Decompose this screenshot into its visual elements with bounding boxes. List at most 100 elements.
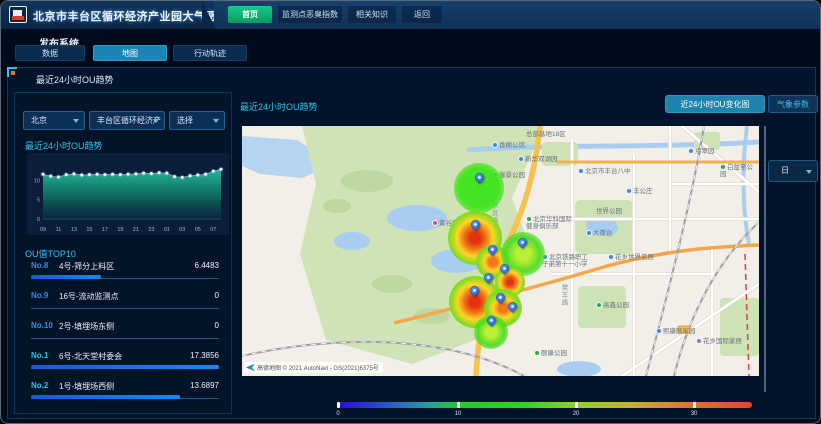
- tab-data[interactable]: 数据: [15, 45, 85, 61]
- poi-icon: [720, 164, 726, 170]
- rank-label: No.8: [31, 261, 48, 270]
- map-label: 高鑫公园: [596, 302, 629, 309]
- main-nav: 首页 监测点恶臭指数 相关知识 返回: [214, 1, 821, 29]
- chevron-down-icon: [806, 170, 812, 174]
- list-item[interactable]: No.8 4号-筛分上料区 6.4483: [27, 261, 221, 287]
- panel-corner-accent: [7, 67, 17, 77]
- ou-value: 13.6897: [190, 381, 219, 390]
- attribution-text: 高德地图 © 2021 AutoNavi - GS(2021)6375号: [257, 363, 379, 372]
- poi-icon: [608, 254, 614, 260]
- poi-icon: [578, 168, 584, 174]
- poi-icon: [492, 142, 498, 148]
- heat-colorbar: 0102030: [338, 402, 752, 420]
- colorbar-tick-label: 30: [691, 411, 698, 417]
- main-panel: 最近24小时OU趋势 北京 丰台区循环经济产 选择 最近24小时OU趋势: [7, 67, 816, 419]
- poi-icon: [688, 148, 694, 154]
- point-name: 6号-北天堂村委会: [59, 351, 122, 362]
- city-select-value: 北京: [31, 116, 47, 125]
- colorbar-tick-label: 10: [455, 411, 462, 417]
- panel-divider: [764, 126, 766, 392]
- poi-icon: [696, 338, 702, 344]
- poi-icon: [626, 188, 632, 194]
- point-name: 4号-筛分上料区: [59, 261, 114, 272]
- ou-value: 0: [215, 321, 219, 330]
- map-canvas[interactable]: 总部基地18区香榭公馆新华双湖园御景公园北京市丰台八中丰公庄点翠园白盆窑公园世界…: [242, 126, 759, 376]
- header-bar: 北京市丰台区循环经济产业园大气恶臭状况实时 首页 监测点恶臭指数 相关知识 返回: [1, 1, 821, 29]
- poi-icon: [596, 302, 602, 308]
- ou-change-map-button[interactable]: 近24小时OU变化图: [665, 95, 765, 113]
- list-item[interactable]: No.10 2号-填埋场东侧 0: [27, 321, 221, 347]
- ou-value: 0: [215, 291, 219, 300]
- svg-text:17: 17: [102, 227, 108, 233]
- map-label: 世界公园: [596, 208, 622, 215]
- colorbar-tick-label: 0: [336, 411, 339, 417]
- map-label: 花乡国际家居: [696, 338, 742, 345]
- map-label: 白盆窑公园: [720, 164, 759, 178]
- app-logo-icon: [9, 6, 27, 23]
- tab-map[interactable]: 地图: [93, 45, 167, 61]
- trend-title: 最近24小时OU趋势: [25, 139, 103, 152]
- value-bar: [31, 395, 180, 399]
- poi-icon: [656, 328, 662, 334]
- nav-odor-index[interactable]: 监测点恶臭指数: [278, 6, 342, 23]
- svg-text:03: 03: [179, 227, 185, 233]
- colorbar-tick: [575, 402, 578, 408]
- map-label: 熙康颐家园: [656, 328, 696, 335]
- rank-label: No.2: [31, 381, 48, 390]
- svg-text:21: 21: [133, 227, 139, 233]
- list-item[interactable]: No.1 6号-北天堂村委会 17.3856: [27, 351, 221, 377]
- amap-logo-icon: [246, 364, 255, 372]
- rank-label: No.9: [31, 291, 48, 300]
- map-panel-title: 最近24小时OU趋势: [240, 100, 318, 113]
- panel-title: 最近24小时OU趋势: [36, 73, 114, 86]
- svg-text:10: 10: [34, 178, 40, 184]
- point-name: 16号-流动监测点: [59, 291, 119, 302]
- poi-icon: [518, 156, 524, 162]
- tab-track[interactable]: 行动轨迹: [173, 45, 247, 61]
- point-select[interactable]: 选择: [169, 111, 225, 130]
- park-select[interactable]: 丰台区循环经济产: [89, 111, 165, 130]
- nav-home[interactable]: 首页: [228, 6, 272, 23]
- park-select-value: 丰台区循环经济产: [97, 116, 161, 125]
- svg-text:11: 11: [56, 227, 62, 233]
- svg-text:23: 23: [148, 227, 154, 233]
- map-label: 丰公庄: [626, 188, 653, 195]
- chevron-down-icon: [73, 119, 79, 123]
- point-name: 2号-填埋场东侧: [59, 321, 114, 332]
- map-label: 大葆台: [586, 230, 613, 237]
- list-item[interactable]: No.9 16号-流动监测点 0: [27, 291, 221, 317]
- poi-icon: [432, 220, 438, 226]
- rank-label: No.1: [31, 351, 48, 360]
- map-label: 点翠园: [688, 148, 715, 155]
- ou-value: 6.4483: [195, 261, 219, 270]
- svg-text:09: 09: [40, 227, 46, 233]
- colorbar-gradient: [338, 402, 752, 408]
- map-attribution: 高德地图 © 2021 AutoNavi - GS(2021)6375号: [244, 362, 383, 373]
- map-label: 花乡世界名居: [608, 254, 654, 261]
- city-select[interactable]: 北京: [23, 111, 85, 130]
- map-label: 总部基地18区: [526, 131, 566, 138]
- ou-value: 17.3856: [190, 351, 219, 360]
- colorbar-tick: [693, 402, 696, 408]
- weather-params-button[interactable]: 气象参数: [768, 95, 818, 113]
- map-label: 北京市丰台八中: [578, 168, 631, 175]
- svg-text:15: 15: [86, 227, 92, 233]
- svg-text:0: 0: [37, 217, 40, 223]
- map-label: 颐康公园: [534, 350, 567, 357]
- map-label: 香榭公馆: [492, 142, 525, 149]
- value-bar: [31, 365, 219, 369]
- svg-text:01: 01: [164, 227, 170, 233]
- list-item[interactable]: No.2 1号-填埋场西侧 13.6897: [27, 381, 221, 407]
- poi-icon: [526, 216, 532, 222]
- nav-back[interactable]: 返回: [402, 6, 442, 23]
- svg-text:19: 19: [117, 227, 123, 233]
- chevron-down-icon: [153, 119, 159, 123]
- rank-label: No.10: [31, 321, 53, 330]
- top-list-title: OU值TOP10: [25, 247, 76, 260]
- map-label: 北京华科国际 健身俱乐部: [526, 216, 572, 230]
- interval-select[interactable]: 日: [768, 160, 818, 182]
- nav-knowledge[interactable]: 相关知识: [348, 6, 396, 23]
- colorbar-tick: [337, 402, 340, 408]
- svg-text:07: 07: [210, 227, 216, 233]
- chevron-down-icon: [213, 119, 219, 123]
